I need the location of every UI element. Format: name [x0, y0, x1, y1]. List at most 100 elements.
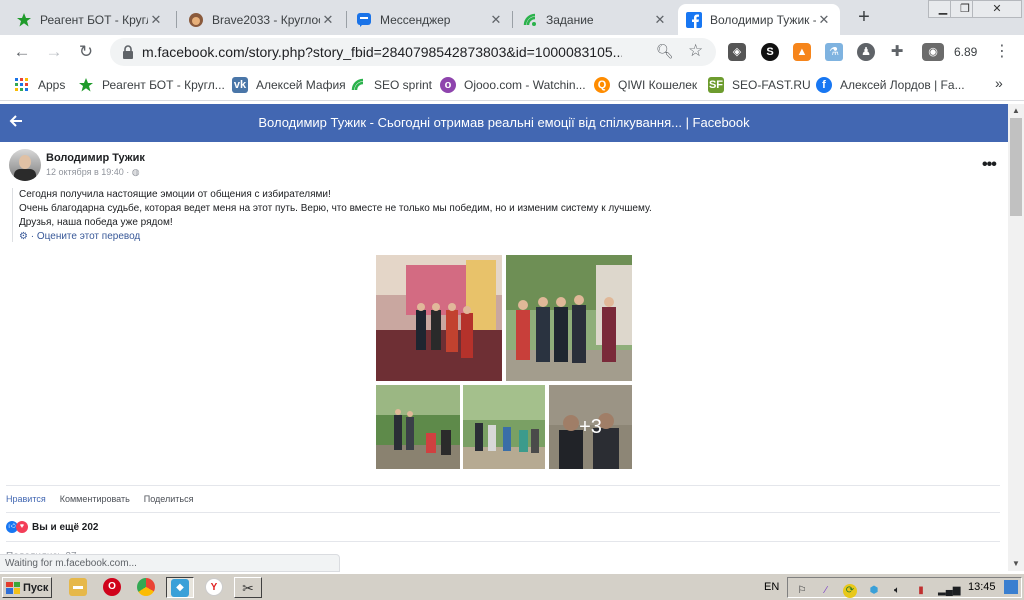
- tab-facebook-active[interactable]: Володимир Тужик - С ✕: [678, 4, 840, 35]
- shield-tray-icon[interactable]: ⬢: [867, 584, 881, 598]
- tab-title: Реагент БОТ - Кругл: [40, 12, 148, 27]
- ojooo-icon: o: [440, 77, 456, 93]
- close-tab-icon[interactable]: ✕: [816, 12, 832, 28]
- folder-icon[interactable]: ▬: [69, 578, 87, 596]
- post-photo-3[interactable]: [376, 385, 460, 469]
- post-photo-4[interactable]: [463, 385, 545, 469]
- taskbar-tools-button[interactable]: ✂: [234, 577, 262, 598]
- menu-kebab-icon[interactable]: ⋮: [990, 40, 1014, 64]
- bookmark-seo-fast[interactable]: SF SEO-FAST.RU: [708, 77, 811, 93]
- bookmark-seo-sprint[interactable]: SEO sprint: [350, 77, 432, 93]
- post-text-line: Сегодня получила настоящие эмоции от общ…: [19, 189, 331, 200]
- post-photo-2[interactable]: [506, 255, 632, 381]
- network-signal-tray-icon[interactable]: ▂▄▆: [938, 584, 960, 598]
- tab-title: Мессенджер: [380, 12, 451, 27]
- author-name[interactable]: Володимир Тужик: [46, 152, 145, 164]
- apps-grid-icon: [14, 77, 30, 93]
- facebook-header: Володимир Тужик - Сьогодні отримав реаль…: [0, 104, 1008, 142]
- vertical-scrollbar[interactable]: ▲ ▼: [1008, 104, 1024, 571]
- extension-person-icon[interactable]: ♟: [857, 43, 875, 61]
- tab-task[interactable]: Задание ✕: [514, 4, 676, 35]
- bookmark-qiwi[interactable]: Q QIWI Кошелек: [594, 77, 697, 93]
- start-button[interactable]: Пуск: [2, 577, 52, 598]
- post-timestamp[interactable]: 12 октября в 19:40 ·: [46, 167, 132, 177]
- reload-button[interactable]: ↻: [74, 40, 98, 64]
- tab-messenger[interactable]: Мессенджер ✕: [348, 4, 512, 35]
- scroll-up-arrow-icon[interactable]: ▲: [1008, 104, 1024, 118]
- speaker-tray-icon[interactable]: 🔈︎: [890, 584, 904, 598]
- show-desktop-icon[interactable]: [1004, 580, 1018, 594]
- back-button[interactable]: ←: [10, 40, 34, 64]
- extension-flask-icon[interactable]: ⚗: [825, 43, 843, 61]
- extensions-puzzle-icon[interactable]: ✚: [888, 43, 906, 61]
- feather-tray-icon[interactable]: ∕: [819, 584, 833, 598]
- reactions-count[interactable]: Вы и ещё 202: [32, 522, 99, 533]
- yandex-icon[interactable]: Y: [205, 578, 223, 596]
- browser-toolbar: ← → ↻ m.facebook.com/story.php?story_fbi…: [0, 35, 1024, 69]
- bookmark-star-icon[interactable]: ☆: [688, 41, 703, 61]
- overflow-chevron-icon: »: [995, 75, 1003, 91]
- love-reaction-icon: ♥: [16, 521, 28, 533]
- bookmark-apps[interactable]: Apps: [14, 77, 65, 93]
- opera-icon[interactable]: O: [103, 578, 121, 596]
- lock-icon[interactable]: [121, 44, 135, 60]
- zoom-icon[interactable]: 🔍︎: [656, 43, 674, 60]
- tab-brave2033[interactable]: Brave2033 - Круглос ✕: [180, 4, 344, 35]
- app-cube-icon: ◆: [171, 579, 189, 597]
- bookmark-label: Apps: [38, 78, 66, 92]
- gear-icon: ⚙: [19, 231, 28, 242]
- bookmark-reagent-bot[interactable]: Реагент БОТ - Кругл...: [78, 77, 225, 93]
- url-text[interactable]: m.facebook.com/story.php?story_fbid=2840…: [142, 44, 622, 60]
- green-star-icon: [16, 12, 32, 28]
- forward-button[interactable]: →: [42, 40, 66, 64]
- post-text: Сегодня получила настоящие эмоции от общ…: [12, 188, 652, 242]
- battery-tray-icon[interactable]: ▮: [914, 584, 928, 598]
- new-tab-button[interactable]: +: [853, 7, 875, 29]
- post-photo-1[interactable]: [376, 255, 502, 381]
- close-tab-icon[interactable]: ✕: [652, 12, 668, 28]
- tab-reagent-bot[interactable]: Реагент БОТ - Кругл ✕: [8, 4, 172, 35]
- metamask-fox-icon[interactable]: ▲: [793, 43, 811, 61]
- page-viewport: Володимир Тужик - Сьогодні отримав реаль…: [0, 104, 1024, 571]
- close-tab-icon[interactable]: ✕: [148, 12, 164, 28]
- bookmarks-overflow-button[interactable]: »: [995, 75, 1003, 91]
- rate-translation-label[interactable]: · Оцените этот перевод: [31, 231, 141, 242]
- seo-sprint-icon: [350, 77, 366, 93]
- bookmark-label: Ojooo.com - Watchin...: [464, 78, 586, 92]
- taskbar-clock[interactable]: 13:45: [968, 581, 996, 593]
- flag-tray-icon[interactable]: ⚐: [795, 584, 809, 598]
- more-options-icon[interactable]: •••: [982, 156, 997, 174]
- extension-cube-icon[interactable]: ◈: [728, 43, 746, 61]
- globe-icon: ◍: [131, 167, 140, 177]
- more-photos-count[interactable]: +3: [549, 385, 632, 469]
- chrome-icon[interactable]: [137, 578, 155, 596]
- close-tab-icon[interactable]: ✕: [488, 12, 504, 28]
- scrollbar-thumb[interactable]: [1010, 118, 1022, 216]
- reactions-summary[interactable]: 👍︎ ♥ Вы и ещё 202: [6, 521, 99, 533]
- close-tab-icon[interactable]: ✕: [320, 12, 336, 28]
- tab-strip: Реагент БОТ - Кругл ✕ Brave2033 - Кругло…: [0, 0, 1024, 35]
- address-bar[interactable]: m.facebook.com/story.php?story_fbid=2840…: [110, 38, 716, 66]
- start-label: Пуск: [23, 581, 49, 594]
- close-window-button[interactable]: ✕: [972, 0, 1022, 18]
- extension-badge-icon[interactable]: ◉: [922, 43, 944, 61]
- post-photo-5[interactable]: +3: [549, 385, 632, 469]
- vk-icon: vk: [232, 77, 248, 93]
- rate-translation-link[interactable]: ⚙ · Оцените этот перевод: [19, 231, 652, 242]
- scroll-down-arrow-icon[interactable]: ▼: [1008, 557, 1024, 571]
- sync-tray-icon[interactable]: ⟳: [843, 584, 857, 598]
- language-indicator[interactable]: EN: [764, 581, 779, 593]
- tab-title: Володимир Тужик - С: [710, 12, 816, 27]
- share-button[interactable]: Поделиться: [144, 494, 194, 504]
- bookmark-facebook[interactable]: f Алексей Лордов | Fa...: [816, 77, 965, 93]
- like-button[interactable]: Нравится: [6, 494, 46, 504]
- post-text-line: Друзья, наша победа уже рядом!: [19, 217, 173, 228]
- comment-button[interactable]: Комментировать: [60, 494, 130, 504]
- bookmark-vk[interactable]: vk Алексей Мафия: [232, 77, 346, 93]
- bookmark-ojooo[interactable]: o Ojooo.com - Watchin...: [440, 77, 586, 93]
- post-text-line: Очень благодарна судьбе, которая ведет м…: [19, 203, 652, 214]
- taskbar-active-app-button[interactable]: ◆: [166, 577, 194, 598]
- divider: [6, 485, 1000, 486]
- extension-s-icon[interactable]: S: [761, 43, 779, 61]
- author-avatar[interactable]: [9, 149, 41, 181]
